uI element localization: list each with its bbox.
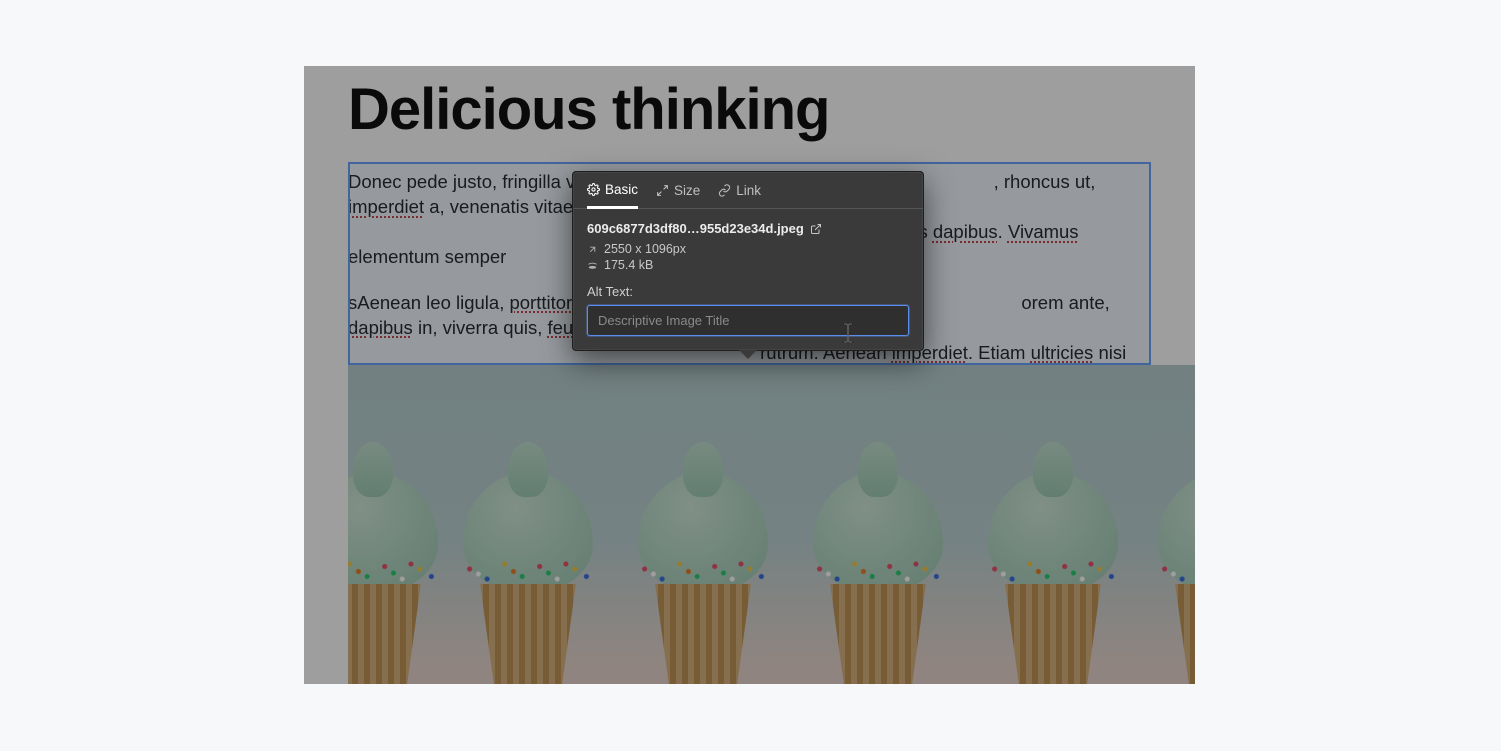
spell-word[interactable]: dapibus: [348, 317, 413, 338]
spell-word[interactable]: imperdiet: [348, 196, 424, 217]
alt-text-label: Alt Text:: [587, 284, 909, 299]
link-icon: [718, 184, 731, 197]
tab-label: Link: [736, 183, 761, 198]
article-title: Delicious thinking: [348, 76, 1151, 143]
tab-size[interactable]: Size: [656, 182, 700, 208]
popover-tabs: Basic Size Link: [573, 172, 923, 209]
external-link-icon: [810, 223, 822, 235]
article-image[interactable]: [348, 365, 1195, 684]
storage-icon: [587, 260, 598, 271]
image-filesize: 175.4 kB: [587, 258, 909, 272]
image-filename[interactable]: 609c6877d3df80…955d23e34d.jpeg: [587, 221, 909, 236]
image-settings-popover: Basic Size Link 609c6877d3df80…955d23e34…: [572, 171, 924, 351]
tab-label: Size: [674, 183, 700, 198]
spell-word[interactable]: porttitor: [509, 292, 572, 313]
spell-word[interactable]: Vivamus: [1008, 221, 1079, 242]
spell-word[interactable]: dapibus: [933, 221, 998, 242]
expand-icon: [656, 184, 669, 197]
image-dimensions: 2550 x 1096px: [587, 242, 909, 256]
tab-link[interactable]: Link: [718, 182, 761, 208]
tab-label: Basic: [605, 182, 638, 197]
gear-icon: [587, 183, 600, 196]
alt-text-input[interactable]: [587, 305, 909, 336]
filename-text: 609c6877d3df80…955d23e34d.jpeg: [587, 221, 804, 236]
tab-basic[interactable]: Basic: [587, 182, 638, 209]
editor-canvas: Delicious thinking Donec pede justo, fri…: [304, 66, 1195, 684]
dimensions-icon: [587, 244, 598, 255]
spell-word[interactable]: ultricies: [1031, 342, 1094, 363]
